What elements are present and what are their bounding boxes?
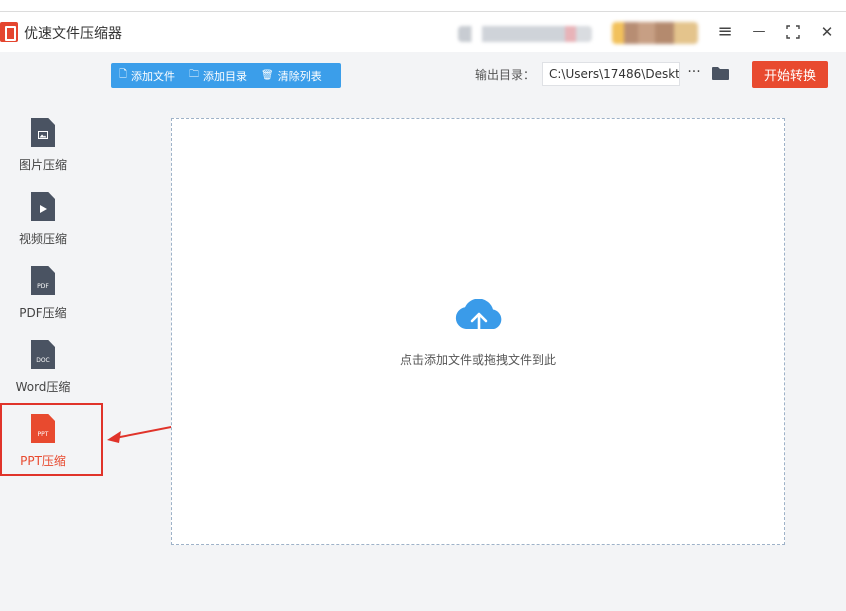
window-top-edge: [0, 0, 846, 12]
sidebar-item-label: 图片压缩: [18, 158, 67, 172]
app-logo-icon: [0, 22, 18, 42]
title-bar: 优速文件压缩器 ≡ — ✕: [0, 12, 846, 52]
add-file-label: 添加文件: [131, 69, 176, 83]
close-icon[interactable]: ✕: [815, 20, 839, 44]
add-directory-button[interactable]: 🗀 添加目录: [189, 67, 247, 84]
output-directory-label: 输出目录：: [475, 68, 536, 82]
pdf-file-icon: PDF: [31, 266, 55, 295]
sidebar-item-word-compress[interactable]: DOC Word压缩: [0, 340, 86, 395]
file-toolbar: 🗋 添加文件 🗀 添加目录 🗑 清除列表: [111, 63, 341, 88]
add-directory-label: 添加目录: [203, 69, 248, 83]
start-conversion-button[interactable]: 开始转换: [752, 61, 828, 88]
sidebar-item-label: PDF压缩: [19, 306, 67, 320]
clear-list-label: 清除列表: [277, 69, 322, 83]
app-title: 优速文件压缩器: [24, 26, 122, 42]
sidebar-item-label: Word压缩: [15, 380, 71, 394]
maximize-icon[interactable]: [781, 20, 805, 44]
sidebar-item-video-compress[interactable]: 视频压缩: [0, 192, 86, 247]
trash-icon: 🗑: [261, 70, 274, 81]
image-file-icon: [31, 118, 55, 147]
file-icon: 🗋: [119, 69, 128, 80]
add-file-button[interactable]: 🗋 添加文件: [119, 67, 175, 84]
drop-zone-hint: 点击添加文件或拖拽文件到此: [399, 353, 556, 367]
doc-file-icon: DOC: [31, 340, 55, 369]
sidebar-item-pdf-compress[interactable]: PDF PDF压缩: [0, 266, 86, 321]
output-directory-field[interactable]: C:\Users\17486\Deskto: [542, 62, 680, 86]
minimize-icon[interactable]: —: [747, 20, 771, 44]
folder-outline-icon: 🗀: [189, 69, 200, 80]
more-options-icon[interactable]: ···: [685, 62, 703, 84]
video-file-icon: [31, 192, 55, 221]
sidebar-item-image-compress[interactable]: 图片压缩: [0, 118, 86, 173]
clear-list-button[interactable]: 🗑 清除列表: [261, 68, 322, 84]
menu-icon[interactable]: ≡: [713, 20, 737, 44]
annotation-highlight-box: [0, 403, 103, 476]
redacted-user-avatar: [612, 22, 698, 44]
sidebar-item-label: 视频压缩: [18, 232, 67, 246]
cloud-upload-icon: [455, 299, 502, 337]
file-drop-zone[interactable]: 点击添加文件或拖拽文件到此: [171, 118, 785, 545]
redacted-account-info: [458, 26, 592, 42]
folder-icon[interactable]: [712, 66, 729, 80]
